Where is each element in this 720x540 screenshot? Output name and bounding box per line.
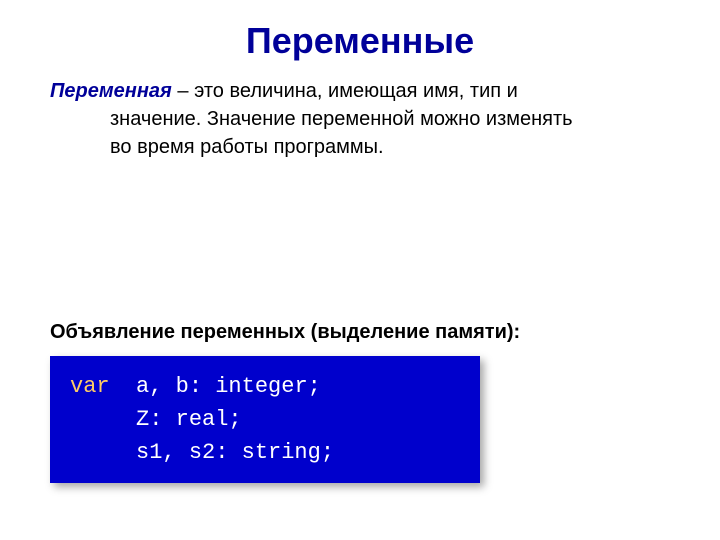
definition-term: Переменная [50, 80, 172, 102]
definition-text-line2: значение. Значение переменной можно изме… [50, 105, 670, 133]
code-keyword: var [70, 374, 110, 399]
code-line-1-rest: a, b: integer; [110, 374, 321, 399]
variable-definition: Переменная – это величина, имеющая имя, … [50, 77, 670, 161]
code-line-2: Z: real; [70, 403, 460, 436]
page-title: Переменные [50, 20, 670, 62]
definition-text-line1: это величина, имеющая имя, тип и [194, 80, 518, 102]
code-line-1: var a, b: integer; [70, 370, 460, 403]
code-line-3: s1, s2: string; [70, 436, 460, 469]
section-heading: Объявление переменных (выделение памяти)… [50, 321, 670, 344]
code-block: var a, b: integer; Z: real; s1, s2: stri… [50, 356, 480, 483]
definition-dash: – [172, 80, 194, 102]
definition-text-line3: во время работы программы. [50, 133, 670, 161]
